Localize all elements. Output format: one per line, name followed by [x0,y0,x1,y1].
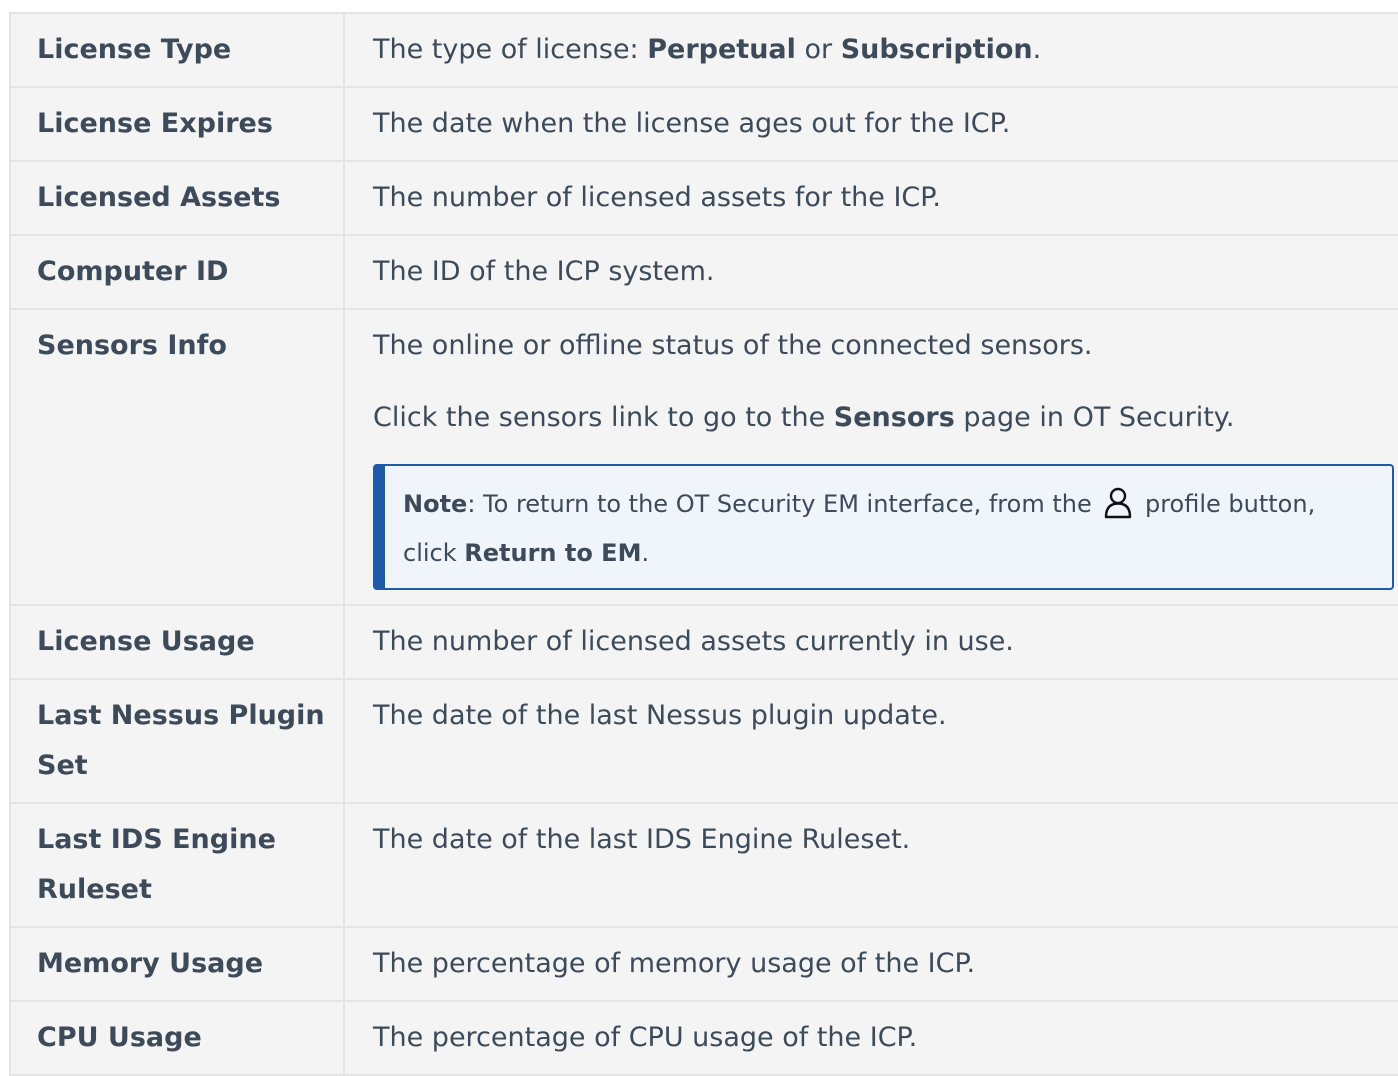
description-text: The date of the last Nessus plugin updat… [373,700,947,731]
table-row: Memory Usage The percentage of memory us… [11,928,1398,1002]
table-row: License Usage The number of licensed ass… [11,606,1398,680]
description-text: The percentage of memory usage of the IC… [373,948,976,979]
term-cell: CPU Usage [11,1002,345,1074]
term-cell: Last Nessus Plugin Set [11,680,345,802]
term-cell: Computer ID [11,236,345,308]
description-text: The online or offline status of the conn… [373,330,1093,361]
table-row: Licensed Assets The number of licensed a… [11,162,1398,236]
term-subscription: Subscription [840,34,1033,65]
table-row: CPU Usage The percentage of CPU usage of… [11,1002,1398,1076]
definitions-table: License Type The type of license: Perpet… [9,12,1398,1076]
term-cell: Sensors Info [11,310,345,604]
term-cell: License Expires [11,88,345,160]
description-cell: The date of the last IDS Engine Ruleset. [345,804,1398,926]
term-cell: License Type [11,14,345,86]
description-cell: The percentage of CPU usage of the ICP. [345,1002,1398,1074]
term-label: License Usage [37,626,255,657]
profile-icon [1105,487,1132,519]
sensors-page-name: Sensors [833,402,955,433]
term-cell: Memory Usage [11,928,345,1000]
description-cell: The type of license: Perpetual or Subscr… [345,14,1398,86]
table-row: License Type The type of license: Perpet… [11,14,1398,88]
description-cell: The percentage of memory usage of the IC… [345,928,1398,1000]
term-cell: License Usage [11,606,345,678]
term-perpetual: Perpetual [647,34,796,65]
description-cell: The ID of the ICP system. [345,236,1398,308]
description-cell: The date of the last Nessus plugin updat… [345,680,1398,802]
description-text: The number of licensed assets currently … [373,626,1014,657]
description-text: The ID of the ICP system. [373,256,715,287]
term-label: Last Nessus Plugin Set [37,700,325,781]
table-row: Last Nessus Plugin Set The date of the l… [11,680,1398,804]
table-row: Last IDS Engine Ruleset The date of the … [11,804,1398,928]
description-text: Click the sensors link to go to the Sens… [373,402,1235,433]
term-cell: Licensed Assets [11,162,345,234]
description-cell: The date when the license ages out for t… [345,88,1398,160]
description-cell: The online or offline status of the conn… [345,310,1398,604]
term-label: License Type [37,34,232,65]
term-label: Computer ID [37,256,229,287]
table-row: Sensors Info The online or offline statu… [11,310,1398,606]
term-label: Licensed Assets [37,182,281,213]
term-label: CPU Usage [37,1022,202,1053]
term-label: License Expires [37,108,273,139]
term-label: Memory Usage [37,948,264,979]
description-text: The number of licensed assets for the IC… [373,182,941,213]
description-cell: The number of licensed assets for the IC… [345,162,1398,234]
note-callout: Note: To return to the OT Security EM in… [373,464,1394,590]
term-label: Last IDS Engine Ruleset [37,824,276,905]
description-text: The type of license: Perpetual or Subscr… [373,34,1042,65]
term-cell: Last IDS Engine Ruleset [11,804,345,926]
return-to-em-label: Return to EM [464,539,642,567]
description-text: The date of the last IDS Engine Ruleset. [373,824,911,855]
description-text: The percentage of CPU usage of the ICP. [373,1022,918,1053]
note-label: Note [403,490,468,518]
description-cell: The number of licensed assets currently … [345,606,1398,678]
term-label: Sensors Info [37,330,227,361]
description-text: The date when the license ages out for t… [373,108,1011,139]
table-row: License Expires The date when the licens… [11,88,1398,162]
table-row: Computer ID The ID of the ICP system. [11,236,1398,310]
